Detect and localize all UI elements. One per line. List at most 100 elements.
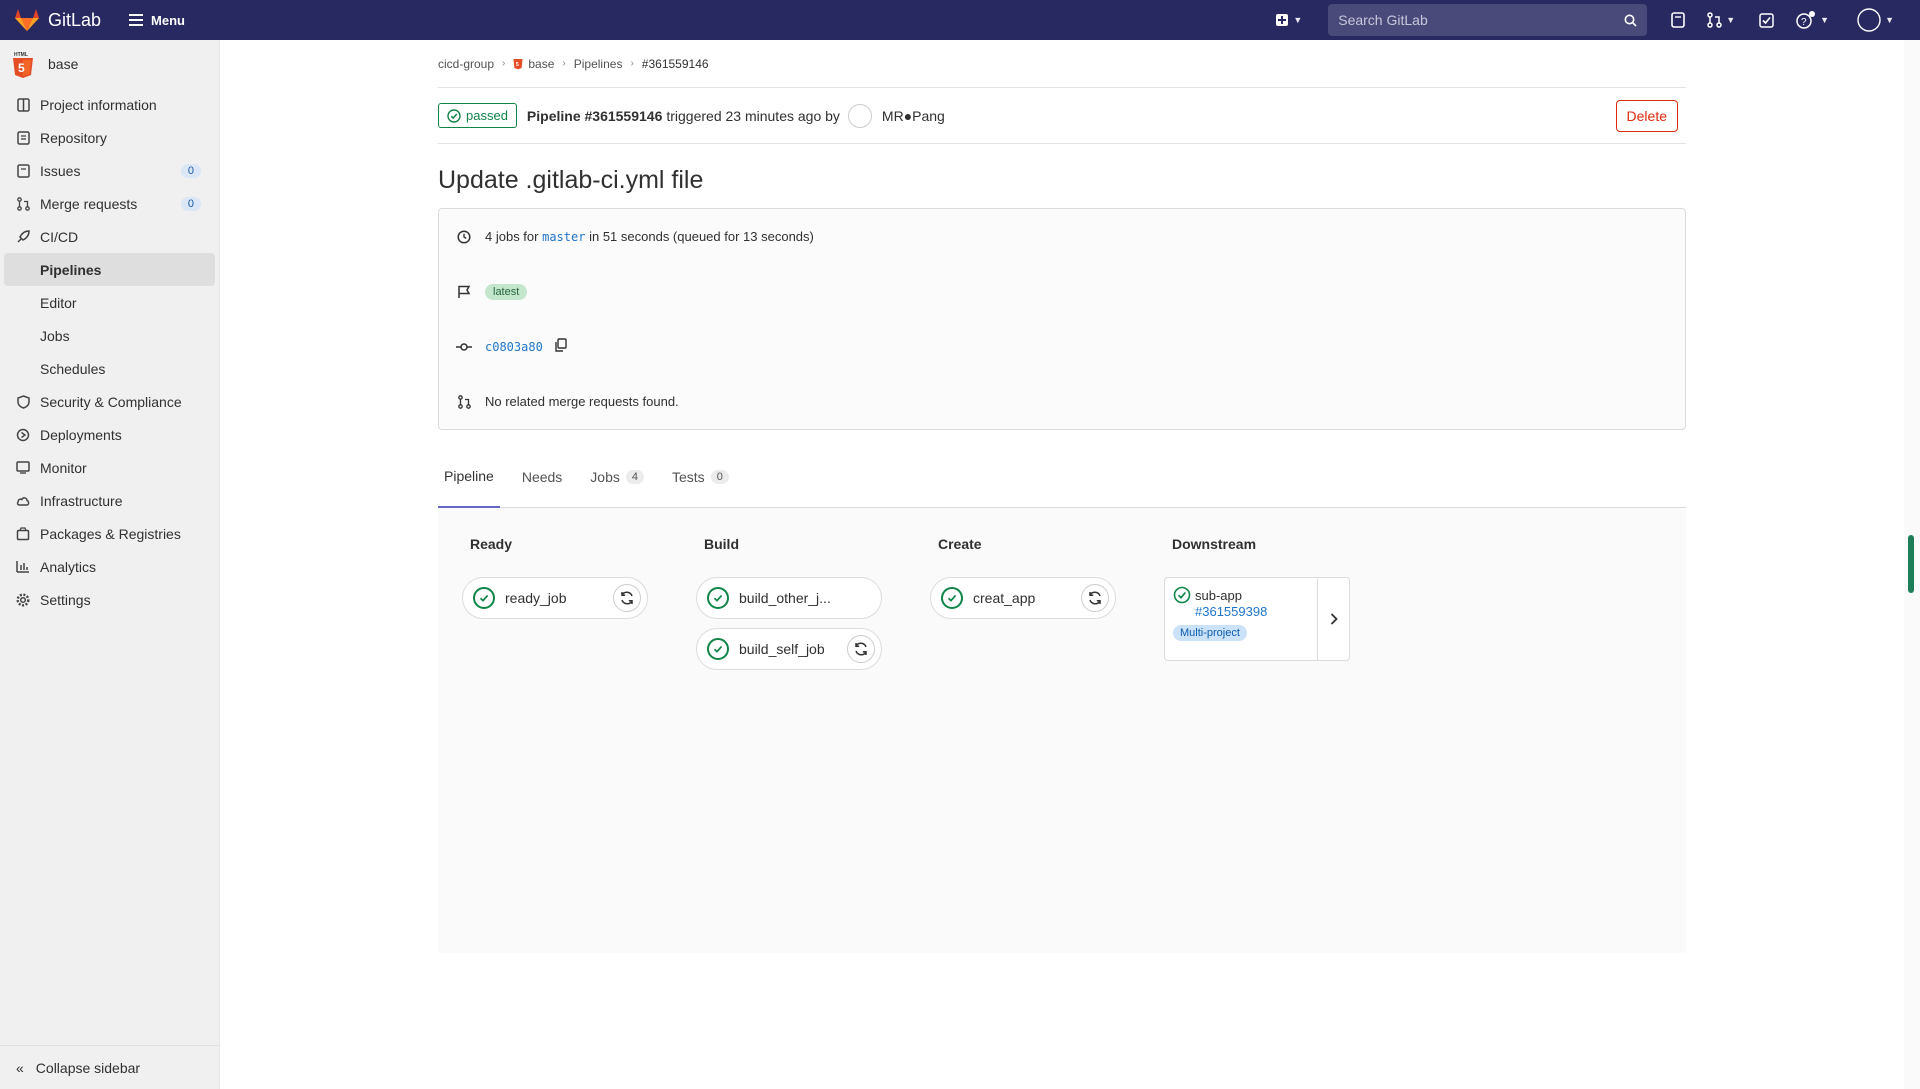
chevron-right-icon: › xyxy=(630,58,634,69)
clock-icon xyxy=(455,229,473,244)
sidebar-item-infrastructure[interactable]: Infrastructure xyxy=(0,484,219,517)
sidebar-item-label: Analytics xyxy=(40,558,97,575)
package-icon xyxy=(16,526,30,541)
scrollbar-thumb[interactable] xyxy=(1908,535,1914,593)
sidebar-item-settings[interactable]: Settings xyxy=(0,583,219,616)
breadcrumb-project[interactable]: 5 base xyxy=(513,57,554,71)
duration-text: 4 jobs for master in 51 seconds (queued … xyxy=(485,229,814,244)
shield-icon xyxy=(16,394,30,409)
tab-count-badge: 0 xyxy=(710,469,729,484)
retry-icon xyxy=(621,591,633,605)
status-success-icon xyxy=(707,638,729,660)
issues-count-badge: 0 xyxy=(180,163,201,178)
todos-button[interactable] xyxy=(1759,12,1774,28)
status-badge[interactable]: passed xyxy=(438,103,517,128)
sidebar-item-cicd[interactable]: CI/CD xyxy=(0,220,219,253)
retry-button[interactable] xyxy=(847,635,875,663)
status-success-icon xyxy=(473,587,495,609)
breadcrumb-current[interactable]: #361559146 xyxy=(642,57,709,71)
sidebar-item-label: Deployments xyxy=(40,426,122,443)
job-name: build_self_job xyxy=(739,641,825,657)
breadcrumb-group[interactable]: cicd-group xyxy=(438,57,494,71)
job-build-self[interactable]: build_self_job xyxy=(696,628,882,670)
tab-label: Needs xyxy=(521,468,563,485)
chevron-right-icon xyxy=(1330,613,1338,625)
merge-requests-button[interactable]: ▼ xyxy=(1707,12,1735,28)
sidebar-item-label: Security & Compliance xyxy=(40,393,182,410)
sidebar-item-project-information[interactable]: Project information xyxy=(0,88,219,121)
new-dropdown-button[interactable]: ▼ xyxy=(1275,13,1302,27)
pipeline-triggered-text: triggered 23 minutes ago by xyxy=(666,107,840,124)
sidebar-item-packages[interactable]: Packages & Registries xyxy=(0,517,219,550)
help-button[interactable]: ? ▼ xyxy=(1796,11,1829,29)
status-success-icon xyxy=(447,108,461,123)
sidebar-item-issues[interactable]: Issues 0 xyxy=(0,154,219,187)
sidebar-project[interactable]: HTML 5 base xyxy=(0,40,219,88)
pipeline-header: passed Pipeline #361559146 triggered 23 … xyxy=(438,88,1686,144)
sidebar-item-analytics[interactable]: Analytics xyxy=(0,550,219,583)
pipeline-graph: Ready ready_job Build build_other_j... b… xyxy=(438,508,1686,953)
branch-link[interactable]: master xyxy=(542,230,585,244)
tab-tests[interactable]: Tests 0 xyxy=(666,446,735,508)
user-menu-button[interactable]: ▼ xyxy=(1857,8,1894,32)
job-build-other[interactable]: build_other_j... xyxy=(696,577,882,619)
settings-icon xyxy=(16,592,30,607)
gitlab-home-link[interactable]: GitLab xyxy=(14,8,101,32)
retry-icon xyxy=(855,642,867,656)
pipeline-title: Pipeline #361559146 xyxy=(526,107,663,124)
sidebar-item-security[interactable]: Security & Compliance xyxy=(0,385,219,418)
job-creat-app[interactable]: creat_app xyxy=(930,577,1116,619)
retry-button[interactable] xyxy=(613,584,641,612)
sidebar-item-monitor[interactable]: Monitor xyxy=(0,451,219,484)
flag-icon xyxy=(455,285,473,299)
user-avatar[interactable] xyxy=(847,103,872,128)
sidebar-subitem-jobs[interactable]: Jobs xyxy=(0,319,219,352)
sidebar-subitem-pipelines[interactable]: Pipelines xyxy=(4,253,215,286)
chevron-down-icon: ▼ xyxy=(1293,15,1303,25)
copy-icon[interactable] xyxy=(555,338,567,355)
menu-button[interactable]: Menu xyxy=(129,13,185,28)
tab-jobs[interactable]: Jobs 4 xyxy=(584,446,650,508)
delete-button[interactable]: Delete xyxy=(1615,100,1678,132)
stage-title-ready: Ready xyxy=(470,536,513,552)
svg-text:5: 5 xyxy=(18,61,25,75)
double-chevron-left-icon: « xyxy=(16,1059,24,1076)
sidebar: HTML 5 base Project information Reposito… xyxy=(0,40,220,1089)
breadcrumb-project-label: base xyxy=(528,56,555,71)
commit-sha-link[interactable]: c0803a80 xyxy=(485,340,543,354)
retry-button[interactable] xyxy=(1081,584,1109,612)
downstream-pipeline-card: sub-app #361559398 Multi-project xyxy=(1164,577,1350,661)
todo-button[interactable] xyxy=(1671,12,1686,28)
sidebar-subitem-schedules[interactable]: Schedules xyxy=(0,352,219,385)
tab-needs[interactable]: Needs xyxy=(516,446,568,508)
sidebar-item-merge-requests[interactable]: Merge requests 0 xyxy=(0,187,219,220)
collapse-sidebar-button[interactable]: « Collapse sidebar xyxy=(0,1045,219,1089)
chevron-right-icon: › xyxy=(502,58,506,69)
pipeline-info-box: 4 jobs for master in 51 seconds (queued … xyxy=(438,208,1686,430)
chevron-down-icon: ▼ xyxy=(1885,15,1894,25)
avatar-icon xyxy=(1857,8,1881,32)
downstream-project-name: sub-app xyxy=(1195,587,1242,603)
todo-icon xyxy=(1759,12,1774,28)
status-label: passed xyxy=(466,108,508,123)
sidebar-item-label: Merge requests xyxy=(40,195,138,212)
sidebar-subitem-editor[interactable]: Editor xyxy=(0,286,219,319)
cloud-icon xyxy=(16,494,30,508)
sidebar-item-deployments[interactable]: Deployments xyxy=(0,418,219,451)
jobs-suffix: in 51 seconds (queued for 13 seconds) xyxy=(589,229,814,244)
main-content: cicd-group › 5 base › Pipelines › #36155… xyxy=(438,40,1686,953)
tab-pipeline[interactable]: Pipeline xyxy=(438,446,500,508)
expand-downstream-button[interactable] xyxy=(1318,578,1349,660)
stage-title-build: Build xyxy=(704,536,739,552)
chevron-right-icon: › xyxy=(562,58,566,69)
deployments-icon xyxy=(16,428,30,442)
chevron-down-icon: ▼ xyxy=(1820,15,1830,25)
stage-title-downstream: Downstream xyxy=(1172,536,1257,552)
job-ready-job[interactable]: ready_job xyxy=(462,577,648,619)
sidebar-item-repository[interactable]: Repository xyxy=(0,121,219,154)
search-input[interactable]: Search GitLab xyxy=(1328,4,1648,36)
pipeline-user[interactable]: MR●Pang xyxy=(882,108,945,124)
downstream-pipeline-link[interactable]: sub-app #361559398 Multi-project xyxy=(1165,578,1318,660)
breadcrumb-pipelines[interactable]: Pipelines xyxy=(574,57,623,71)
downstream-pipeline-id[interactable]: #361559398 xyxy=(1173,604,1309,619)
